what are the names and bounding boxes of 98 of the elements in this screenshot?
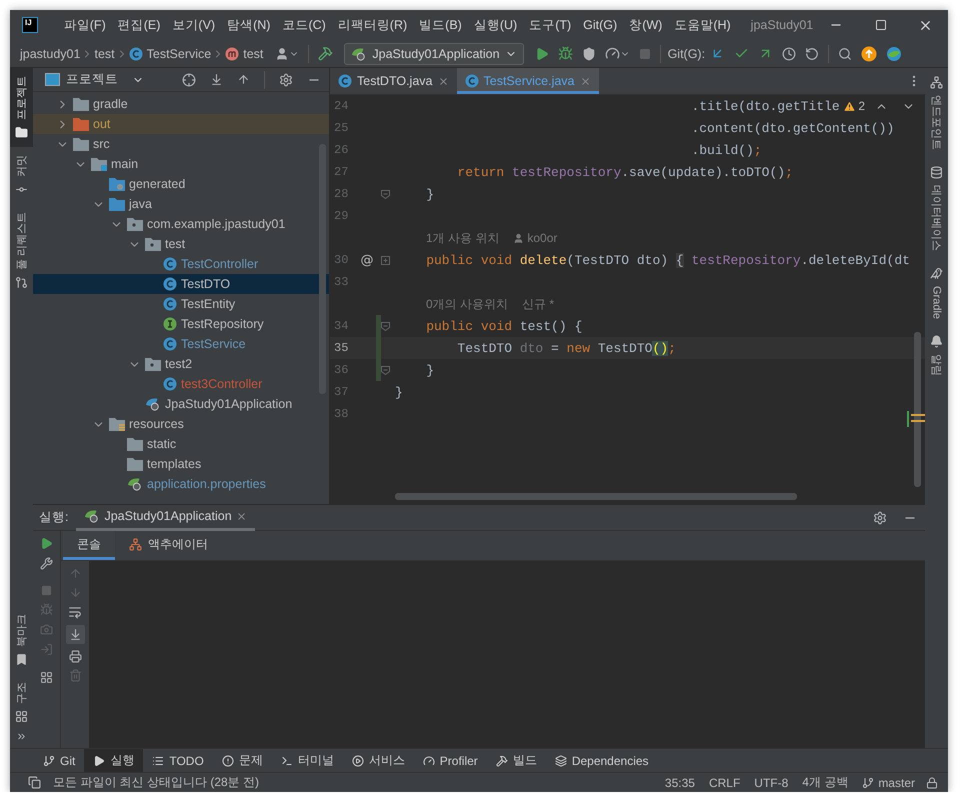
tool-window-tab[interactable]: 커밋	[10, 147, 33, 204]
tool-window-tab[interactable]: 엔드포인트	[925, 68, 948, 158]
tool-window-tab[interactable]: 데이터베이스	[925, 158, 948, 259]
tree-item[interactable]: generated	[33, 174, 329, 194]
run-label: 실행:	[39, 509, 68, 526]
warning-count[interactable]: 2	[843, 99, 865, 113]
tool-window-button[interactable]: 서비스	[342, 749, 414, 772]
line-number: 28	[333, 187, 350, 201]
tool-window-button[interactable]: Dependencies	[546, 749, 658, 772]
line-number: 36	[333, 363, 350, 377]
line-number: 29	[333, 209, 350, 223]
indent-setting[interactable]: 4개 공백	[799, 774, 852, 791]
line-number: 35	[333, 341, 350, 355]
file-encoding[interactable]: UTF-8	[751, 776, 792, 790]
tool-window-button[interactable]: TODO	[143, 749, 213, 772]
menu-item[interactable]: 코드(C)	[276, 16, 332, 34]
tool-window-button[interactable]: 실행	[84, 749, 144, 772]
line-number: 25	[333, 121, 350, 135]
menu-item[interactable]: 빌드(B)	[413, 16, 468, 34]
menu-item[interactable]: 창(W)	[623, 16, 668, 34]
breadcrumb[interactable]: test	[225, 46, 264, 60]
menu-item[interactable]: 보기(V)	[166, 16, 222, 34]
line-number: 38	[333, 407, 350, 421]
menu-item[interactable]: 도움말(H)	[668, 16, 737, 34]
git-label: Git(G):	[668, 46, 706, 60]
console-tab[interactable]: 콘솔	[63, 531, 115, 560]
tree-item[interactable]: test	[33, 234, 329, 254]
code-line: public void test() {	[425, 318, 582, 334]
tool-window-button[interactable]: Git	[34, 749, 84, 772]
panel-title[interactable]: 프로젝트	[45, 71, 144, 88]
code-line: TestDTO dto = new TestDTO();	[456, 340, 676, 356]
run-configuration-dropdown[interactable]: JpaStudy01Application	[344, 42, 524, 64]
code-line: return testRepository.save(update).toDTO();	[456, 164, 793, 180]
usage-hint[interactable]: 1개 사용 위치	[426, 230, 500, 246]
tool-window-tab[interactable]: Gradle	[925, 259, 948, 328]
menu-item[interactable]: 탐색(N)	[221, 16, 276, 34]
tool-window-tab[interactable]: 알림	[925, 327, 948, 384]
menu-item[interactable]: Git(G)	[577, 18, 624, 32]
app-icon: IJ	[22, 17, 38, 33]
code-line: }	[425, 362, 434, 378]
breadcrumb[interactable]: TestService	[128, 46, 212, 60]
menu-item[interactable]: 리팩터링(R)	[332, 16, 414, 34]
menu-item[interactable]: 실행(U)	[468, 16, 524, 34]
tool-window-button[interactable]: Profiler	[414, 749, 487, 772]
line-separator[interactable]: CRLF	[706, 776, 744, 790]
tree-item[interactable]: gradle	[33, 94, 329, 114]
menu-item[interactable]: 편집(E)	[112, 16, 166, 34]
usage-hint[interactable]: 0개의 사용위치	[426, 296, 508, 312]
line-number: 33	[333, 275, 350, 289]
tree-item[interactable]: TestService	[33, 334, 329, 354]
tool-window-tab[interactable]: 풀 리퀘스트	[10, 204, 33, 298]
line-number: 34	[333, 319, 350, 333]
git-branch[interactable]: master	[859, 776, 918, 790]
tool-window-button[interactable]: 빌드	[486, 749, 546, 772]
line-number: 26	[333, 143, 350, 157]
tree-item[interactable]: application.properties	[33, 474, 329, 494]
code-line: }	[425, 186, 434, 202]
author-hint[interactable]: ko0or	[513, 231, 558, 245]
tree-item[interactable]: java	[33, 194, 329, 214]
tree-item[interactable]: templates	[33, 454, 329, 474]
editor-tab[interactable]: TestService.java	[456, 68, 599, 94]
tool-window-button[interactable]: 터미널	[272, 749, 343, 772]
gutter-mark[interactable]: @	[358, 252, 376, 268]
menu-item[interactable]: 파일(F)	[58, 16, 112, 34]
tree-item[interactable]: out	[33, 114, 329, 134]
tree-item[interactable]: TestController	[33, 254, 329, 274]
line-number: 24	[333, 99, 350, 113]
tool-window-button[interactable]: 문제	[212, 749, 272, 772]
tree-item[interactable]: com.example.jpastudy01	[33, 214, 329, 234]
code-line: .content(dto.getContent())	[690, 120, 894, 136]
tree-item[interactable]: test2	[33, 354, 329, 374]
tree-item[interactable]: TestEntity	[33, 294, 329, 314]
console-tab[interactable]: 액추에이터	[115, 531, 222, 560]
tool-window-tab[interactable]: 구조	[10, 674, 33, 731]
line-number: 37	[333, 385, 350, 399]
code-line: public void delete(TestDTO dto) { testRepository.deleteById(dt	[425, 252, 910, 268]
caret-position[interactable]: 35:35	[662, 776, 698, 790]
tree-item[interactable]: main	[33, 154, 329, 174]
tool-window-tab[interactable]: 북마크	[10, 606, 33, 674]
tree-item[interactable]: TestDTO	[33, 274, 329, 294]
line-number: 30	[333, 253, 350, 267]
tree-item[interactable]: static	[33, 434, 329, 454]
status-message: 모든 파일이 최신 상태입니다 (28분 전)	[53, 774, 260, 791]
tool-window-tab[interactable]: 프로젝트	[10, 68, 33, 147]
window-title: jpaStudy01	[750, 18, 814, 32]
tree-item[interactable]: src	[33, 134, 329, 154]
breadcrumb[interactable]: jpastudy01	[20, 46, 80, 60]
line-number: 27	[333, 165, 350, 179]
editor-tab[interactable]: TestDTO.java	[330, 68, 456, 94]
code-line: }	[395, 384, 403, 400]
tree-item[interactable]: JpaStudy01Application	[33, 394, 329, 414]
menu-item[interactable]: 도구(T)	[523, 16, 578, 34]
code-line: .build();	[690, 142, 762, 158]
author-hint[interactable]: 신규 *	[522, 296, 554, 312]
tree-item[interactable]: TestRepository	[33, 314, 329, 334]
breadcrumb[interactable]: test	[94, 46, 115, 60]
code-line: .title(dto.getTitle	[690, 98, 840, 114]
tree-item[interactable]: resources	[33, 414, 329, 434]
